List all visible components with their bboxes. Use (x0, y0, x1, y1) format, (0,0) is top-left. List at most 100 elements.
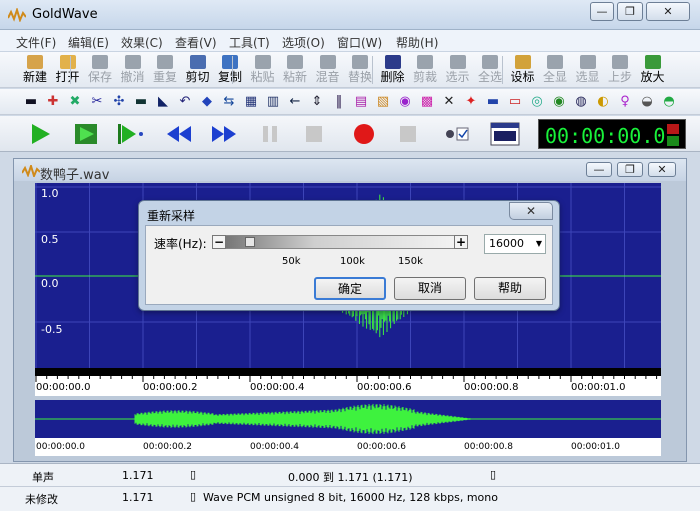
effect-tool-3-icon[interactable]: ✖ (66, 93, 84, 111)
dialog-title: 重新采样 (147, 209, 196, 223)
rate-slider[interactable]: − + (212, 235, 468, 249)
effect-tool-11-icon[interactable]: ▦ (242, 93, 260, 111)
toolbar-copy-button[interactable]: 复制 (215, 54, 245, 87)
record-icon[interactable] (350, 121, 378, 147)
play-icon[interactable] (26, 121, 54, 147)
minimize-button[interactable]: — (590, 2, 614, 21)
effect-tool-24-icon[interactable]: ◎ (528, 93, 546, 111)
menu-help[interactable]: 帮助(H) (396, 34, 438, 51)
status-divider-icon-3: ▯ (190, 490, 197, 503)
toolbar-new-button[interactable]: 新建 (20, 54, 50, 87)
cancel-button[interactable]: 取消 (394, 277, 466, 300)
replace-icon (352, 55, 368, 69)
slider-decrease-button[interactable]: − (212, 235, 226, 249)
menu-window[interactable]: 窗口(W) (337, 34, 382, 51)
toolbar-set-marker-button[interactable]: 设标 (508, 54, 538, 87)
effect-tool-28-icon[interactable]: ♀ (616, 93, 634, 111)
effect-tool-30-icon[interactable]: ◓ (660, 93, 678, 111)
toolbar-paste-button[interactable]: 粘贴 (248, 54, 278, 87)
doc-restore-button[interactable]: ❐ (617, 162, 643, 177)
toolbar-view-selection-button[interactable]: 选显 (573, 54, 603, 87)
play-from-marker-icon[interactable] (116, 121, 144, 147)
monitor-toggle-icon[interactable] (442, 121, 470, 147)
ok-button[interactable]: 确定 (314, 277, 386, 300)
effect-tool-2-icon[interactable]: ✚ (44, 93, 62, 111)
toolbar-paste-new-button[interactable]: 粘新 (280, 54, 310, 87)
status-bar: 单声 1.171 ▯ 0.000 到 1.171 (1.171) ▯ 未修改 1… (0, 463, 700, 511)
menu-effects[interactable]: 效果(C) (121, 34, 163, 51)
time-ruler[interactable]: 00:00:00.0 00:00:00.2 00:00:00.4 00:00:0… (35, 376, 661, 396)
fast-forward-icon[interactable] (210, 121, 238, 147)
stop-icon[interactable] (300, 121, 328, 147)
menu-bar: 文件(F) 编辑(E) 效果(C) 查看(V) 工具(T) 选项(O) 窗口(W… (0, 30, 700, 52)
close-button[interactable]: ✕ (646, 2, 690, 21)
rewind-icon[interactable] (165, 121, 193, 147)
menu-view[interactable]: 查看(V) (175, 34, 217, 51)
slider-thumb[interactable] (245, 237, 255, 247)
toolbar-zoom-in-button[interactable]: 放大 (638, 54, 668, 87)
menu-edit[interactable]: 编辑(E) (68, 34, 109, 51)
play-selection-icon[interactable] (72, 121, 100, 147)
toolbar-open-button[interactable]: 打开 (53, 54, 83, 87)
time-tick-0.6: 00:00:00.6 (357, 382, 412, 393)
effect-tool-15-icon[interactable]: ‖ (330, 93, 348, 111)
effect-tool-10-icon[interactable]: ⇆ (220, 93, 238, 111)
effect-tool-7-icon[interactable]: ◣ (154, 93, 172, 111)
toolbar-previous-view-button[interactable]: 上步 (605, 54, 635, 87)
redo-icon (157, 55, 173, 69)
status-channel: 单声 (32, 471, 54, 484)
toolbar-view-all-button[interactable]: 全显 (540, 54, 570, 87)
doc-minimize-button[interactable]: — (586, 162, 612, 177)
effect-tool-18-icon[interactable]: ◉ (396, 93, 414, 111)
effect-tool-8-icon[interactable]: ↶ (176, 93, 194, 111)
toolbar-mix-button[interactable]: 混音 (313, 54, 343, 87)
effect-tool-25-icon[interactable]: ◉ (550, 93, 568, 111)
effect-tool-4-icon[interactable]: ✂ (88, 93, 106, 111)
toolbar-cut-button[interactable]: 剪切 (183, 54, 213, 87)
toolbar-label: 设标 (510, 70, 535, 84)
toolbar-save-button[interactable]: 保存 (85, 54, 115, 87)
stop-record-icon[interactable] (394, 121, 422, 147)
dialog-close-button[interactable]: ✕ (509, 202, 553, 220)
doc-close-button[interactable]: ✕ (648, 162, 676, 177)
toolbar-delete-button[interactable]: 删除 (378, 54, 408, 87)
effect-tool-23-icon[interactable]: ▭ (506, 93, 524, 111)
effect-tool-14-icon[interactable]: ⇕ (308, 93, 326, 111)
overview-tick-0.8: 00:00:00.8 (464, 442, 514, 452)
toolbar-replace-button[interactable]: 替换 (345, 54, 375, 87)
effect-tool-13-icon[interactable]: ← (286, 93, 304, 111)
menu-tools[interactable]: 工具(T) (229, 34, 270, 51)
rate-label: 速率(Hz): (154, 237, 207, 251)
restore-button[interactable]: ❐ (617, 2, 643, 21)
effect-tool-21-icon[interactable]: ✦ (462, 93, 480, 111)
toolbar-select-all-button[interactable]: 全选 (475, 54, 505, 87)
menu-options[interactable]: 选项(O) (282, 34, 325, 51)
undo-icon (124, 55, 141, 69)
toolbar-trim-button[interactable]: 剪裁 (410, 54, 440, 87)
effect-tool-5-icon[interactable]: ✣ (110, 93, 128, 111)
effect-tool-27-icon[interactable]: ◐ (594, 93, 612, 111)
effect-tool-6-icon[interactable]: ▬ (132, 93, 150, 111)
effect-tool-20-icon[interactable]: ✕ (440, 93, 458, 111)
slider-increase-button[interactable]: + (454, 235, 468, 249)
rate-select[interactable]: 16000 ▼ (484, 234, 546, 254)
overview-canvas[interactable] (35, 400, 661, 438)
toolbar-undo-button[interactable]: 撤消 (118, 54, 148, 87)
toolbar-label: 剪裁 (412, 70, 437, 84)
effect-tool-9-icon[interactable]: ◆ (198, 93, 216, 111)
effect-tool-29-icon[interactable]: ◒ (638, 93, 656, 111)
control-properties-icon[interactable] (490, 121, 520, 147)
effect-tool-16-icon[interactable]: ▤ (352, 93, 370, 111)
effect-tool-22-icon[interactable]: ▬ (484, 93, 502, 111)
effect-tool-17-icon[interactable]: ▧ (374, 93, 392, 111)
effect-tool-12-icon[interactable]: ▥ (264, 93, 282, 111)
help-button[interactable]: 帮助 (474, 277, 546, 300)
toolbar-redo-button[interactable]: 重复 (150, 54, 180, 87)
pause-icon[interactable] (256, 121, 284, 147)
toolbar-select-view-button[interactable]: 选示 (443, 54, 473, 87)
effect-tool-26-icon[interactable]: ◍ (572, 93, 590, 111)
menu-file[interactable]: 文件(F) (16, 34, 56, 51)
overview-waveform[interactable] (35, 400, 661, 438)
effect-tool-19-icon[interactable]: ▩ (418, 93, 436, 111)
effect-tool-1-icon[interactable]: ▬ (22, 93, 40, 111)
